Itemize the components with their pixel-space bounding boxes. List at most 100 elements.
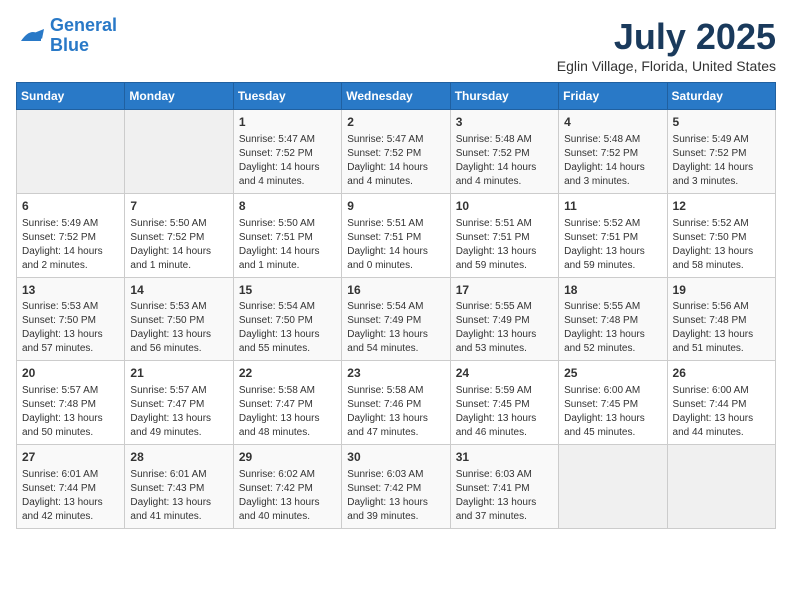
cell-info: Sunrise: 5:59 AM Sunset: 7:45 PM Dayligh… [456,384,553,440]
cell-info: Sunrise: 5:51 AM Sunset: 7:51 PM Dayligh… [347,217,444,273]
title-block: July 2025 Eglin Village, Florida, United… [557,16,776,74]
calendar-cell: 24 Sunrise: 5:59 AM Sunset: 7:45 PM Dayli… [450,361,558,445]
location: Eglin Village, Florida, United States [557,58,776,74]
calendar-cell [17,110,125,194]
day-number: 18 [564,282,661,299]
calendar-cell: 4Sunrise: 5:48 AM Sunset: 7:52 PM Daylig… [559,110,667,194]
calendar-cell: 28 Sunrise: 6:01 AM Sunset: 7:43 PM Dayli… [125,445,233,529]
calendar-cell: 10 Sunrise: 5:51 AM Sunset: 7:51 PM Dayli… [450,193,558,277]
week-row-4: 20 Sunrise: 5:57 AM Sunset: 7:48 PM Dayli… [17,361,776,445]
cell-info: Sunrise: 5:58 AM Sunset: 7:47 PM Dayligh… [239,384,336,440]
calendar-cell: 12 Sunrise: 5:52 AM Sunset: 7:50 PM Dayli… [667,193,775,277]
day-number: 19 [673,282,770,299]
header-sunday: Sunday [17,83,125,110]
calendar-cell: 18Sunrise: 5:55 AM Sunset: 7:48 PM Dayli… [559,277,667,361]
cell-info: Sunrise: 5:55 AM Sunset: 7:49 PM Dayligh… [456,300,553,356]
cell-info: Sunrise: 5:48 AM Sunset: 7:52 PM Dayligh… [456,133,553,189]
cell-info: Sunrise: 5:50 AM Sunset: 7:51 PM Dayligh… [239,217,336,273]
calendar-cell: 20 Sunrise: 5:57 AM Sunset: 7:48 PM Dayli… [17,361,125,445]
day-number: 5 [673,114,770,131]
day-number: 10 [456,198,553,215]
cell-info: Sunrise: 6:03 AM Sunset: 7:41 PM Dayligh… [456,468,553,524]
calendar-cell: 17Sunrise: 5:55 AM Sunset: 7:49 PM Dayli… [450,277,558,361]
day-number: 12 [673,198,770,215]
calendar-cell: 14Sunrise: 5:53 AM Sunset: 7:50 PM Dayli… [125,277,233,361]
calendar-cell: 19Sunrise: 5:56 AM Sunset: 7:48 PM Dayli… [667,277,775,361]
cell-info: Sunrise: 5:49 AM Sunset: 7:52 PM Dayligh… [673,133,770,189]
calendar-cell: 23 Sunrise: 5:58 AM Sunset: 7:46 PM Dayli… [342,361,450,445]
cell-info: Sunrise: 5:53 AM Sunset: 7:50 PM Dayligh… [22,300,119,356]
day-number: 22 [239,365,336,382]
month-title: July 2025 [557,16,776,58]
day-number: 17 [456,282,553,299]
cell-info: Sunrise: 6:00 AM Sunset: 7:45 PM Dayligh… [564,384,661,440]
cell-info: Sunrise: 6:01 AM Sunset: 7:43 PM Dayligh… [130,468,227,524]
day-number: 25 [564,365,661,382]
calendar-cell: 15Sunrise: 5:54 AM Sunset: 7:50 PM Dayli… [233,277,341,361]
calendar-cell [125,110,233,194]
cell-info: Sunrise: 5:52 AM Sunset: 7:51 PM Dayligh… [564,217,661,273]
week-row-2: 6Sunrise: 5:49 AM Sunset: 7:52 PM Daylig… [17,193,776,277]
header-monday: Monday [125,83,233,110]
calendar-cell: 16Sunrise: 5:54 AM Sunset: 7:49 PM Dayli… [342,277,450,361]
day-number: 31 [456,449,553,466]
calendar-header-row: SundayMondayTuesdayWednesdayThursdayFrid… [17,83,776,110]
header-saturday: Saturday [667,83,775,110]
day-number: 28 [130,449,227,466]
cell-info: Sunrise: 5:47 AM Sunset: 7:52 PM Dayligh… [347,133,444,189]
calendar-cell [667,445,775,529]
day-number: 20 [22,365,119,382]
calendar-table: SundayMondayTuesdayWednesdayThursdayFrid… [16,82,776,529]
day-number: 29 [239,449,336,466]
day-number: 4 [564,114,661,131]
week-row-1: 1 Sunrise: 5:47 AM Sunset: 7:52 PM Daylig… [17,110,776,194]
day-number: 24 [456,365,553,382]
page-header: General Blue July 2025 Eglin Village, Fl… [16,16,776,74]
cell-info: Sunrise: 5:54 AM Sunset: 7:50 PM Dayligh… [239,300,336,356]
calendar-cell: 30 Sunrise: 6:03 AM Sunset: 7:42 PM Dayli… [342,445,450,529]
logo: General Blue [16,16,117,56]
calendar-cell: 3Sunrise: 5:48 AM Sunset: 7:52 PM Daylig… [450,110,558,194]
day-number: 1 [239,114,336,131]
cell-info: Sunrise: 5:53 AM Sunset: 7:50 PM Dayligh… [130,300,227,356]
cell-info: Sunrise: 5:56 AM Sunset: 7:48 PM Dayligh… [673,300,770,356]
day-number: 11 [564,198,661,215]
cell-info: Sunrise: 5:57 AM Sunset: 7:48 PM Dayligh… [22,384,119,440]
calendar-cell: 25 Sunrise: 6:00 AM Sunset: 7:45 PM Dayli… [559,361,667,445]
day-number: 14 [130,282,227,299]
calendar-cell: 6Sunrise: 5:49 AM Sunset: 7:52 PM Daylig… [17,193,125,277]
calendar-cell: 22 Sunrise: 5:58 AM Sunset: 7:47 PM Dayli… [233,361,341,445]
cell-info: Sunrise: 5:54 AM Sunset: 7:49 PM Dayligh… [347,300,444,356]
cell-info: Sunrise: 5:55 AM Sunset: 7:48 PM Dayligh… [564,300,661,356]
day-number: 16 [347,282,444,299]
day-number: 9 [347,198,444,215]
cell-info: Sunrise: 5:58 AM Sunset: 7:46 PM Dayligh… [347,384,444,440]
calendar-cell: 29 Sunrise: 6:02 AM Sunset: 7:42 PM Dayli… [233,445,341,529]
calendar-cell: 27 Sunrise: 6:01 AM Sunset: 7:44 PM Dayli… [17,445,125,529]
header-wednesday: Wednesday [342,83,450,110]
cell-info: Sunrise: 6:03 AM Sunset: 7:42 PM Dayligh… [347,468,444,524]
calendar-cell: 7Sunrise: 5:50 AM Sunset: 7:52 PM Daylig… [125,193,233,277]
day-number: 23 [347,365,444,382]
day-number: 27 [22,449,119,466]
calendar-cell [559,445,667,529]
calendar-cell: 9 Sunrise: 5:51 AM Sunset: 7:51 PM Daylig… [342,193,450,277]
calendar-cell: 26Sunrise: 6:00 AM Sunset: 7:44 PM Dayli… [667,361,775,445]
cell-info: Sunrise: 6:01 AM Sunset: 7:44 PM Dayligh… [22,468,119,524]
cell-info: Sunrise: 6:02 AM Sunset: 7:42 PM Dayligh… [239,468,336,524]
calendar-cell: 13Sunrise: 5:53 AM Sunset: 7:50 PM Dayli… [17,277,125,361]
calendar-cell: 31 Sunrise: 6:03 AM Sunset: 7:41 PM Dayli… [450,445,558,529]
cell-info: Sunrise: 5:51 AM Sunset: 7:51 PM Dayligh… [456,217,553,273]
header-friday: Friday [559,83,667,110]
calendar-cell: 2Sunrise: 5:47 AM Sunset: 7:52 PM Daylig… [342,110,450,194]
calendar-cell: 8Sunrise: 5:50 AM Sunset: 7:51 PM Daylig… [233,193,341,277]
cell-info: Sunrise: 5:57 AM Sunset: 7:47 PM Dayligh… [130,384,227,440]
day-number: 21 [130,365,227,382]
week-row-5: 27 Sunrise: 6:01 AM Sunset: 7:44 PM Dayli… [17,445,776,529]
cell-info: Sunrise: 5:52 AM Sunset: 7:50 PM Dayligh… [673,217,770,273]
logo-line1: General [50,15,117,35]
logo-line2: Blue [50,35,89,55]
header-thursday: Thursday [450,83,558,110]
day-number: 13 [22,282,119,299]
day-number: 30 [347,449,444,466]
